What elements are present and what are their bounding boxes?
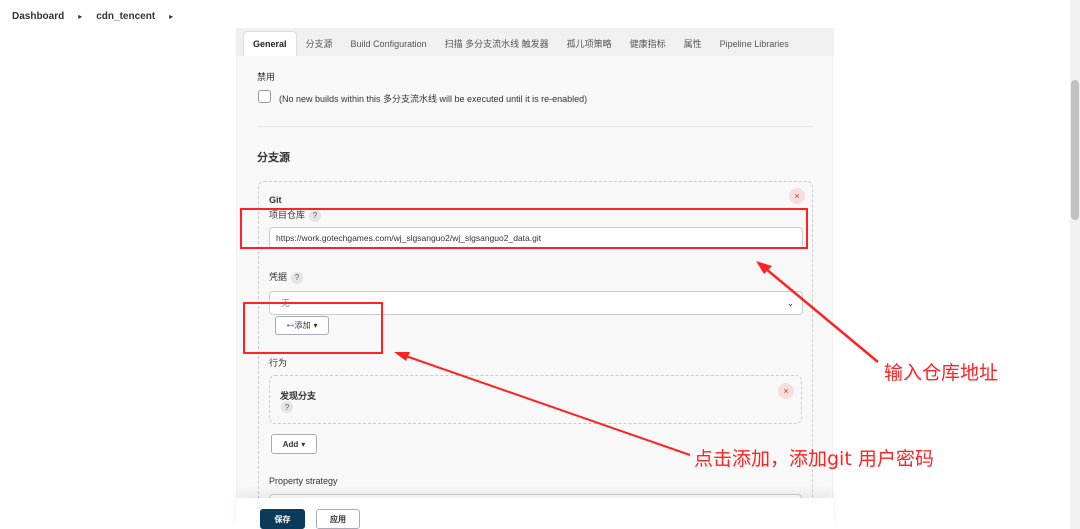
annotation-repo-text: 输入仓库地址 bbox=[884, 362, 999, 384]
arrow-add bbox=[399, 353, 691, 456]
arrow-repo bbox=[759, 263, 879, 363]
scrollbar[interactable] bbox=[1070, 0, 1080, 529]
arrow-head bbox=[394, 352, 410, 361]
scrollbar-thumb[interactable] bbox=[1071, 80, 1079, 220]
annotation-add-text: 点击添加，添加git 用户密码 bbox=[694, 448, 934, 470]
